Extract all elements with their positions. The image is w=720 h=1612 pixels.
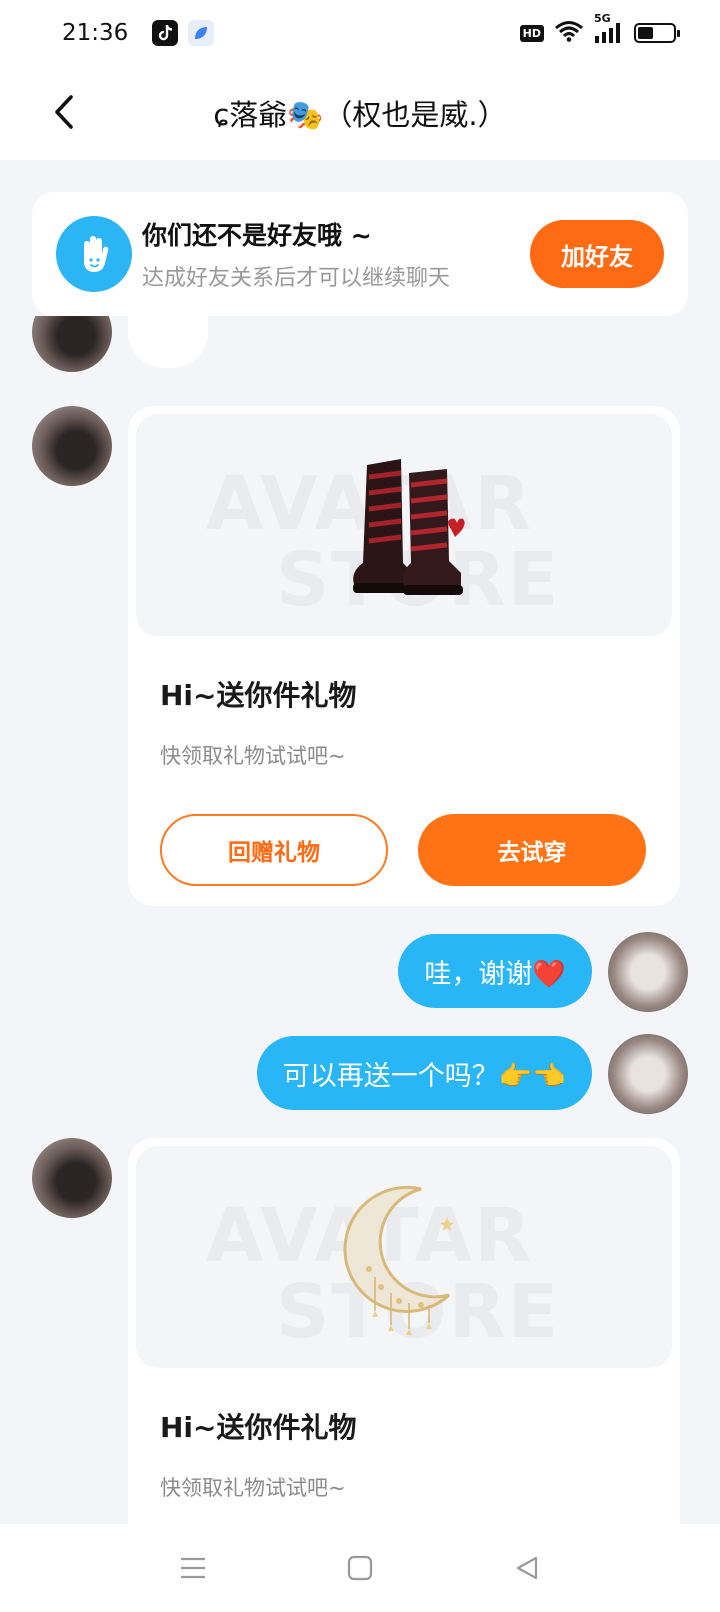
banner-text: 你们还不是好友哦 ~ 达成好友关系后才可以继续聊天 [142,216,530,292]
home-button[interactable] [330,1538,390,1598]
friend-request-banner: 你们还不是好友哦 ~ 达成好友关系后才可以继续聊天 加好友 [32,192,688,316]
tiktok-icon [152,20,179,46]
message-bubble-self[interactable]: 可以再送一个吗？👉👈 [256,1036,592,1110]
network-type: 5G [594,12,611,25]
chevron-left-icon [55,95,73,129]
gift-subtitle: 快领取礼物试试吧~ [160,744,346,768]
hd-badge: HD [519,24,544,42]
banner-subtitle: 达成好友关系后才可以继续聊天 [142,266,451,291]
system-navigation-bar [0,1524,720,1612]
status-time: 21:36 [62,20,129,46]
banner-title: 你们还不是好友哦 ~ [142,221,372,250]
gift-image: AVATAR STORE [136,1146,672,1368]
wifi-icon [554,20,584,46]
back-button[interactable] [40,88,88,136]
menu-button[interactable] [163,1538,223,1598]
battery-icon [634,23,680,43]
triangle-back-icon [516,1556,537,1580]
home-square-icon [347,1555,373,1581]
message-bubble-self[interactable]: 哇，谢谢❤️ [398,934,592,1008]
gift-image: AVATAR STORE [136,414,672,636]
avatar[interactable] [32,316,112,372]
avatar-self[interactable] [608,1034,688,1114]
status-bar: 21:36 HD 5G [0,0,720,66]
message-bubble-partial [128,316,208,368]
return-gift-button[interactable]: 回赠礼物 [160,814,388,886]
avatar[interactable] [32,406,112,486]
avatar-self[interactable] [608,932,688,1012]
chat-message-list[interactable]: AVATAR STORE Hi [0,316,720,1524]
back-nav-button[interactable] [497,1538,557,1598]
avatar[interactable] [32,1138,112,1218]
hand-wave-icon [56,216,132,292]
chat-title: ɕ落爺🎭（权也是威.） [213,98,507,132]
try-on-button[interactable]: 去试穿 [418,814,646,886]
gift-title: Hi~送你件礼物 [160,679,357,712]
status-indicators: HD 5G [519,12,680,46]
gift-card[interactable]: AVATAR STORE Hi [128,406,680,906]
gift-actions: 回赠礼物 去试穿 [160,814,672,886]
menu-icon [181,1557,206,1579]
battery-level [638,27,654,39]
app-notification-icon [188,20,215,46]
gift-title: Hi~送你件礼物 [160,1411,357,1444]
cellular-signal-icon: 5G [594,12,624,44]
add-friend-button[interactable]: 加好友 [530,220,664,288]
gift-card[interactable]: AVATAR STORE Hi~送你件礼物 快领取礼物试试吧~ [128,1138,680,1524]
chat-header: ɕ落爺🎭（权也是威.） [0,66,720,160]
crescent-moon-icon [343,1185,454,1335]
gift-subtitle: 快领取礼物试试吧~ [160,1476,346,1500]
boots-icon [353,459,465,595]
